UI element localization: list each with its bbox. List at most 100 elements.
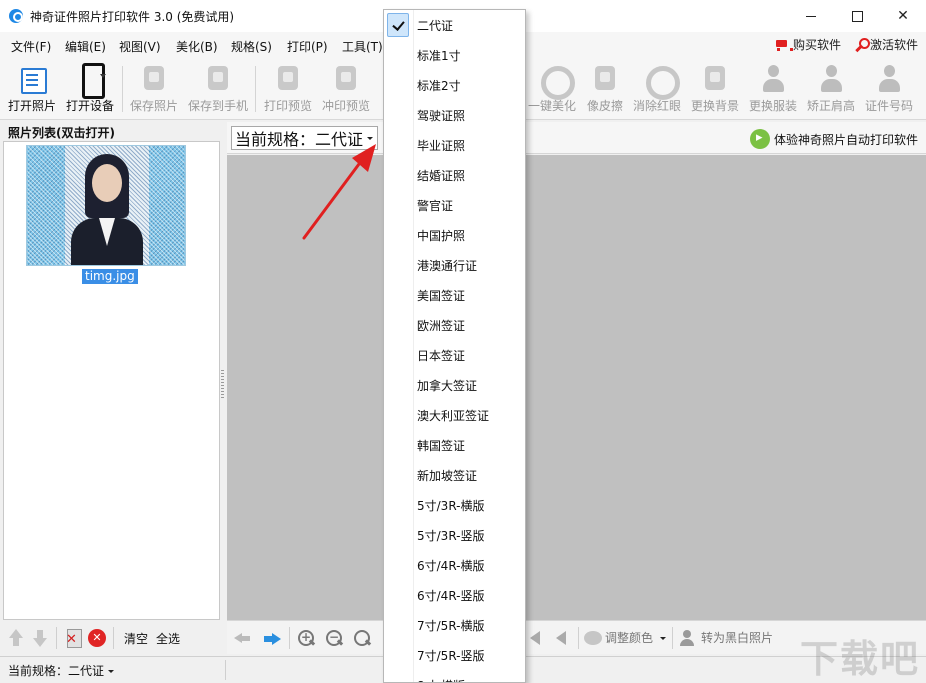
id-number-button[interactable]: 证件号码 xyxy=(862,62,916,116)
change-background-button[interactable]: 更换背景 xyxy=(688,62,742,116)
open-device-button[interactable]: 打开设备 xyxy=(63,62,117,116)
spec-option-label: 驾驶证照 xyxy=(417,107,465,124)
buy-software-link[interactable]: 购买软件 xyxy=(774,36,841,53)
to-black-white-button[interactable]: 转为黑白照片 xyxy=(679,629,773,646)
spec-option-label: 日本签证 xyxy=(417,347,465,364)
spec-option-label: 6寸/4R-横版 xyxy=(417,557,485,574)
chevron-down-icon xyxy=(659,635,667,641)
spec-option-label: 新加坡签证 xyxy=(417,467,477,484)
status-spec-prefix: 当前规格： xyxy=(8,662,68,679)
spec-option[interactable]: 结婚证照 xyxy=(384,160,525,190)
menu-beautify[interactable]: 美化(B) xyxy=(176,38,218,55)
zoom-fit-icon[interactable] xyxy=(353,629,373,647)
arrow-left-icon[interactable] xyxy=(233,629,253,647)
open-device-label: 打开设备 xyxy=(66,97,114,114)
maximize-button[interactable] xyxy=(834,0,880,32)
spec-option[interactable]: 韩国签证 xyxy=(384,430,525,460)
save-photo-button[interactable]: 保存照片 xyxy=(126,62,182,116)
minimize-button[interactable] xyxy=(788,0,834,32)
spec-option[interactable]: 7寸/5R-竖版 xyxy=(384,640,525,670)
develop-icon xyxy=(331,62,361,94)
menu-spec[interactable]: 规格(S) xyxy=(231,38,272,55)
arrow-right-icon[interactable] xyxy=(263,629,283,647)
eye-icon xyxy=(642,62,672,94)
select-all-button[interactable]: 全选 xyxy=(156,630,180,647)
spec-option[interactable]: 标准2寸 xyxy=(384,70,525,100)
remove-icon[interactable] xyxy=(87,628,107,648)
spec-option-label: 结婚证照 xyxy=(417,167,465,184)
menu-view[interactable]: 视图(V) xyxy=(119,38,161,55)
spec-option[interactable]: 驾驶证照 xyxy=(384,100,525,130)
move-up-icon[interactable] xyxy=(6,628,26,648)
open-photo-button[interactable]: 打开照片 xyxy=(6,62,58,116)
spec-option-label: 中国护照 xyxy=(417,227,465,244)
correct-shoulder-button[interactable]: 矫正肩高 xyxy=(804,62,858,116)
photo-list-panel: 照片列表(双击打开) timg.jpg 清空 全选 xyxy=(0,121,223,656)
develop-preview-button[interactable]: 冲印预览 xyxy=(318,62,374,116)
spec-option-label: 标准2寸 xyxy=(417,77,461,94)
save-icon xyxy=(139,62,169,94)
spec-option[interactable]: 毕业证照 xyxy=(384,130,525,160)
panel-splitter[interactable] xyxy=(221,370,224,398)
auto-print-link[interactable]: 体验神奇照片自动打印软件 xyxy=(750,129,918,149)
zoom-out-icon[interactable]: − xyxy=(325,629,345,647)
spec-option[interactable]: 中国护照 xyxy=(384,220,525,250)
open-photo-icon xyxy=(17,62,47,94)
change-clothes-label: 更换服装 xyxy=(749,97,797,114)
spec-option[interactable]: 澳大利亚签证 xyxy=(384,400,525,430)
delete-photo-icon[interactable] xyxy=(63,628,83,648)
spec-option-label: 加拿大签证 xyxy=(417,377,477,394)
flip-horizontal-icon[interactable] xyxy=(528,629,548,647)
id-person-icon xyxy=(874,62,904,94)
eraser-button[interactable]: 像皮擦 xyxy=(582,62,628,116)
photo-list[interactable]: timg.jpg xyxy=(3,141,220,620)
spec-option[interactable]: 新加坡签证 xyxy=(384,460,525,490)
annotation-arrow xyxy=(290,138,390,248)
spec-option[interactable]: 5寸/3R-横版 xyxy=(384,490,525,520)
menu-tools[interactable]: 工具(T) xyxy=(342,38,383,55)
auto-print-label: 体验神奇照片自动打印软件 xyxy=(774,131,918,148)
spec-option-label: 二代证 xyxy=(417,17,453,34)
one-click-beautify-button[interactable]: 一键美化 xyxy=(524,62,580,116)
menu-edit[interactable]: 编辑(E) xyxy=(65,38,106,55)
spec-option[interactable]: 标准1寸 xyxy=(384,40,525,70)
remove-red-eye-button[interactable]: 消除红眼 xyxy=(630,62,684,116)
menu-file[interactable]: 文件(F) xyxy=(11,38,51,55)
adjust-color-button[interactable]: 调整颜色 xyxy=(584,629,667,646)
adjust-color-label: 调整颜色 xyxy=(605,629,653,646)
spec-option-label: 8寸-横版 xyxy=(417,677,465,683)
spec-option-label: 标准1寸 xyxy=(417,47,461,64)
photo-thumbnail[interactable] xyxy=(26,145,186,266)
spec-option[interactable]: 6寸/4R-竖版 xyxy=(384,580,525,610)
remove-red-eye-label: 消除红眼 xyxy=(633,97,681,114)
eraser-icon xyxy=(590,62,620,94)
spec-option[interactable]: 加拿大签证 xyxy=(384,370,525,400)
close-button[interactable]: ✕ xyxy=(880,0,926,32)
flip-vertical-icon[interactable] xyxy=(554,629,574,647)
spec-option[interactable]: 7寸/5R-横版 xyxy=(384,610,525,640)
check-icon xyxy=(387,13,409,37)
menu-print[interactable]: 打印(P) xyxy=(287,38,328,55)
print-preview-button[interactable]: 打印预览 xyxy=(260,62,316,116)
spec-option[interactable]: 5寸/3R-竖版 xyxy=(384,520,525,550)
save-to-phone-button[interactable]: 保存到手机 xyxy=(186,62,250,116)
photo-filename[interactable]: timg.jpg xyxy=(82,269,138,284)
to-black-white-label: 转为黑白照片 xyxy=(701,629,773,646)
spec-option[interactable]: 美国签证 xyxy=(384,280,525,310)
spec-option[interactable]: 8寸-横版 xyxy=(384,670,525,683)
change-clothes-button[interactable]: 更换服装 xyxy=(746,62,800,116)
spec-option[interactable]: 欧洲签证 xyxy=(384,310,525,340)
spec-option[interactable]: 日本签证 xyxy=(384,340,525,370)
spec-option-label: 美国签证 xyxy=(417,287,465,304)
activate-software-link[interactable]: 激活软件 xyxy=(853,36,918,53)
spec-option[interactable]: 6寸/4R-横版 xyxy=(384,550,525,580)
move-down-icon[interactable] xyxy=(30,628,50,648)
status-spec[interactable]: 当前规格： 二代证 xyxy=(8,662,115,679)
zoom-in-icon[interactable]: + xyxy=(297,629,317,647)
spec-option[interactable]: 二代证 xyxy=(384,10,525,40)
spec-option[interactable]: 港澳通行证 xyxy=(384,250,525,280)
spec-option[interactable]: 警官证 xyxy=(384,190,525,220)
key-icon xyxy=(853,38,867,52)
clear-button[interactable]: 清空 xyxy=(124,630,148,647)
palette-icon xyxy=(584,631,602,645)
